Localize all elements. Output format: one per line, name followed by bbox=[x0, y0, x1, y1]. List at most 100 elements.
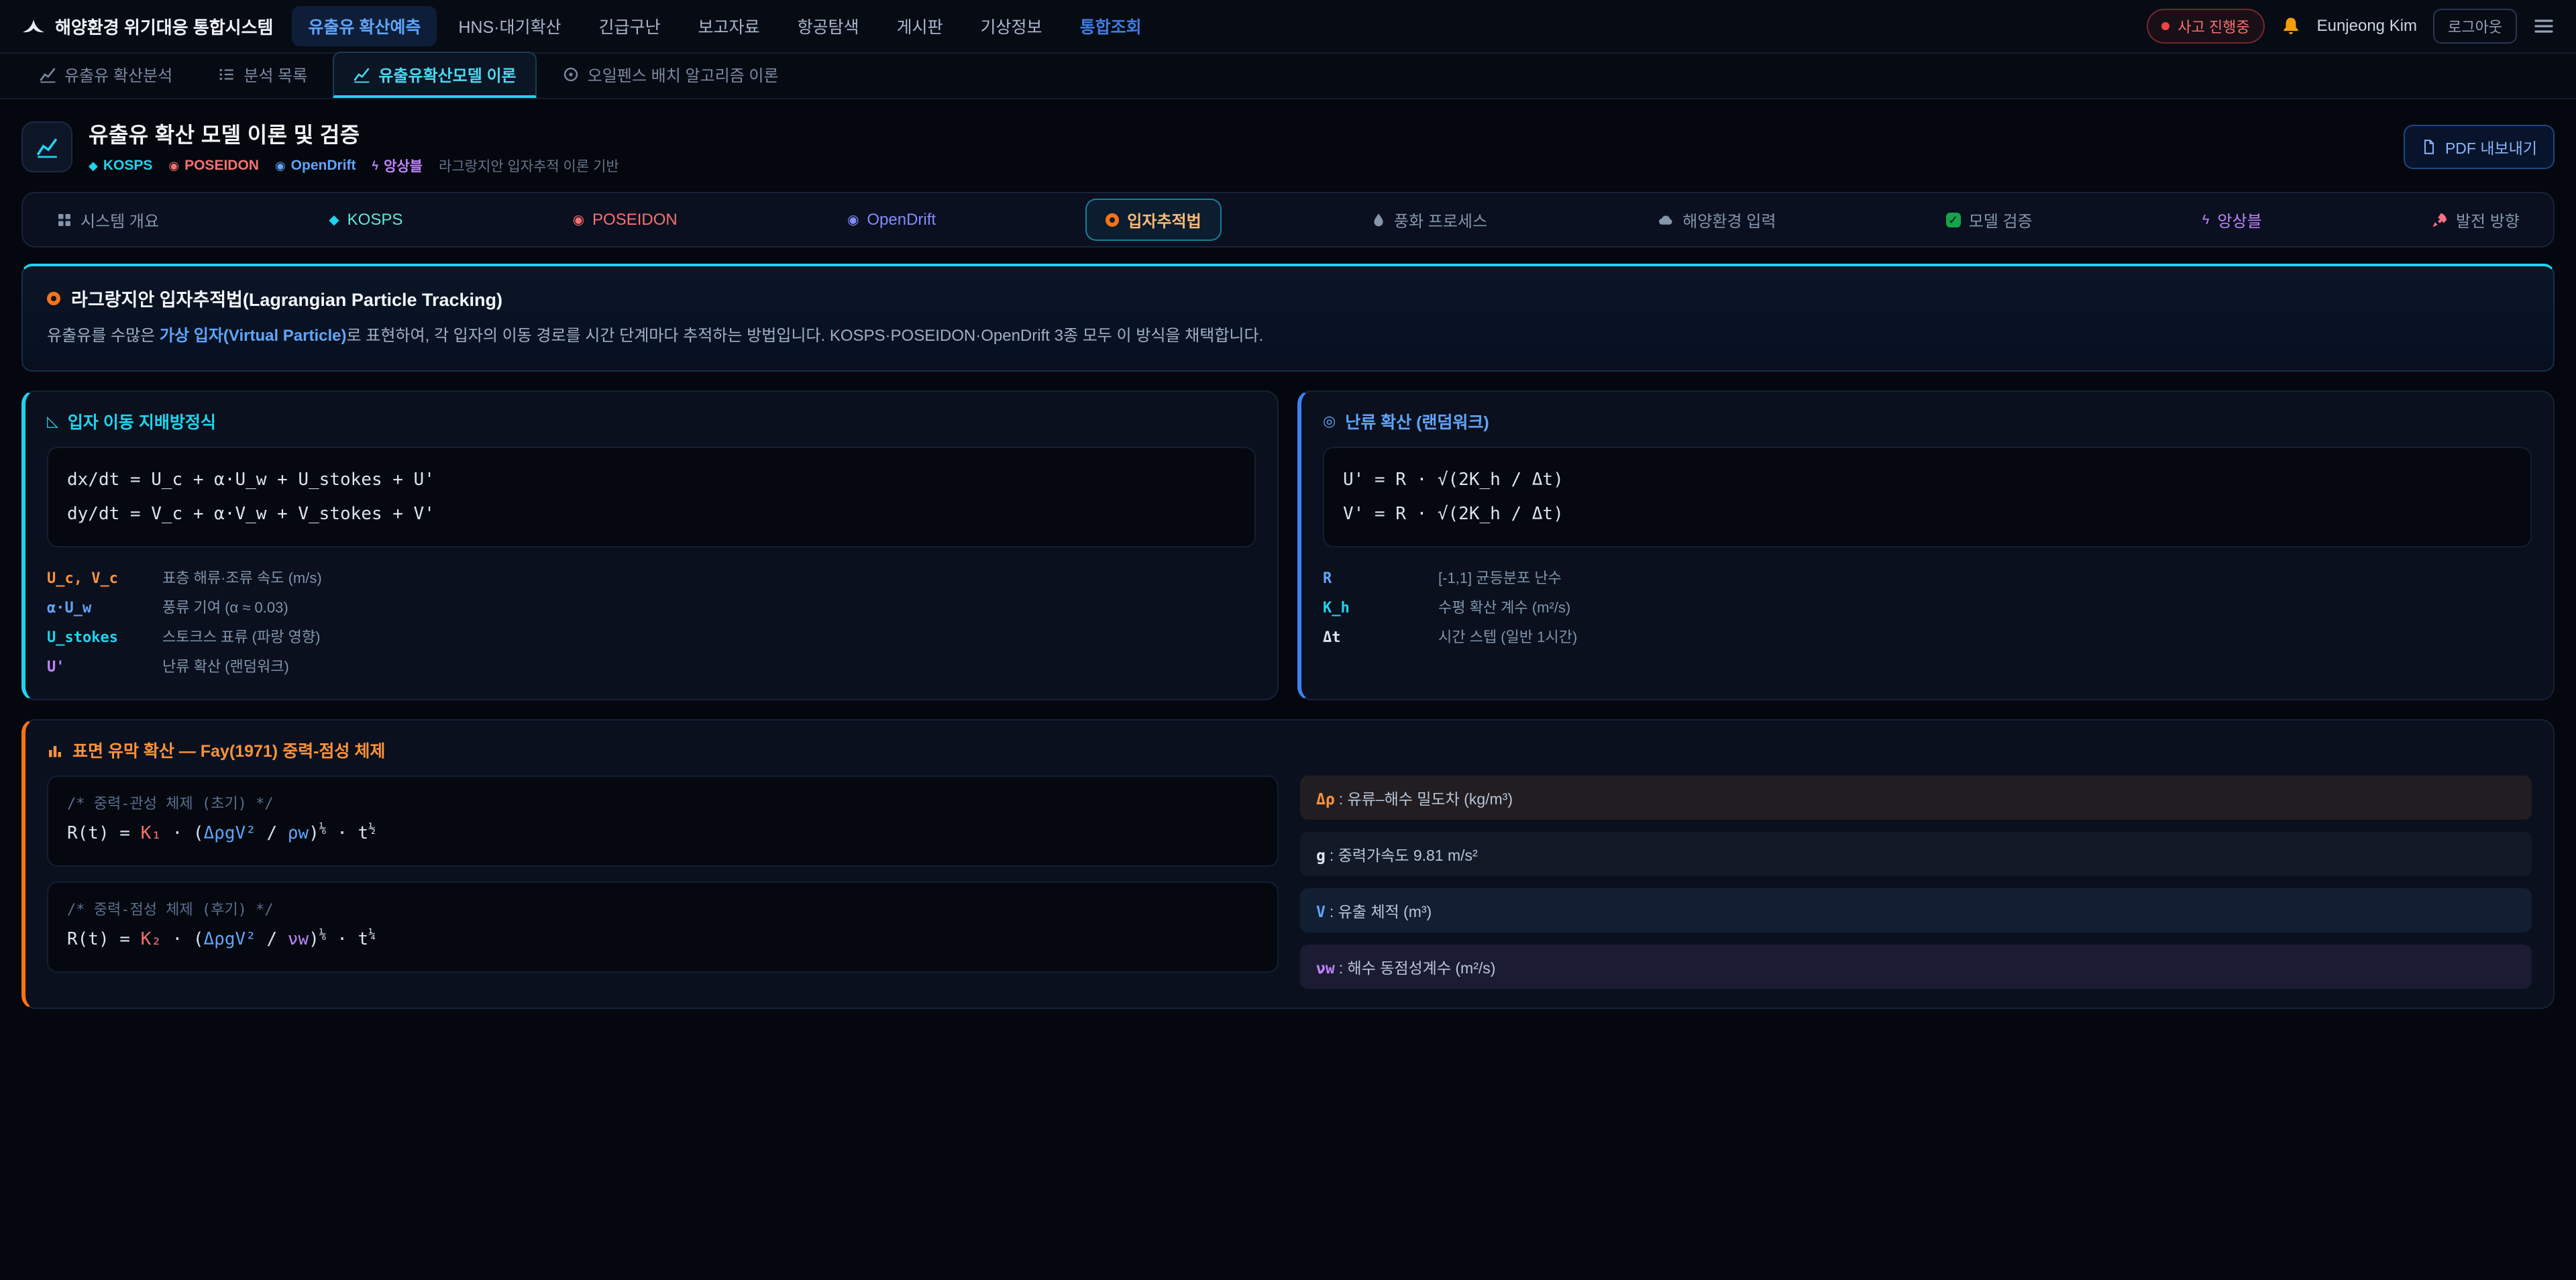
page-icon-tile bbox=[21, 121, 72, 172]
formula-token: · t bbox=[327, 823, 369, 843]
param-term: Δρ bbox=[1316, 791, 1335, 808]
opendrift-dot-icon: ◉ bbox=[275, 159, 286, 173]
legend-desc: 난류 확산 (랜덤워크) bbox=[162, 655, 1256, 676]
legend-term: U_stokes bbox=[47, 629, 162, 646]
badge-label: POSEIDON bbox=[184, 158, 259, 174]
intro-text-highlight: 가상 입자(Virtual Particle) bbox=[160, 327, 347, 345]
app-logo-text: 해양환경 위기대응 통합시스템 bbox=[55, 14, 273, 39]
app-logo: 해양환경 위기대응 통합시스템 bbox=[21, 14, 273, 39]
list-icon bbox=[218, 66, 235, 83]
pdf-export-button[interactable]: PDF 내보내기 bbox=[2404, 125, 2555, 169]
intro-text-pre: 유출유를 수많은 bbox=[47, 327, 160, 345]
swirl-icon: ◎ bbox=[1323, 413, 1336, 430]
param-row-gravity: g: 중력가속도 9.81 m/s² bbox=[1300, 832, 2532, 876]
kosps-diamond-icon: ◆ bbox=[89, 159, 98, 173]
cloud-icon bbox=[1657, 212, 1674, 228]
param-row-kinematic-viscosity: νw: 해수 동점성계수 (m²/s) bbox=[1300, 945, 2532, 989]
formula-token: ) bbox=[309, 929, 319, 949]
formula-token-numerator: ΔρgV² bbox=[204, 929, 256, 949]
logout-button[interactable]: 로그아웃 bbox=[2433, 9, 2517, 44]
equation-cards-row: ◺ 입자 이동 지배방정식 dx/dt = U_c + α·U_w + U_st… bbox=[21, 390, 2555, 700]
hamburger-icon bbox=[2533, 15, 2555, 37]
badge-opendrift: ◉ OpenDrift bbox=[275, 158, 356, 174]
pdf-export-label: PDF 내보내기 bbox=[2445, 136, 2537, 158]
formula-token: / bbox=[256, 823, 288, 843]
nav-item-integrated-search[interactable]: 통합조회 bbox=[1064, 6, 1158, 46]
section-tab-bar: 시스템 개요 ◆ KOSPS ◉ POSEIDON ◉ OpenDrift 입자… bbox=[21, 192, 2555, 248]
tab-poseidon[interactable]: ◉ POSEIDON bbox=[553, 201, 698, 239]
tab-roadmap[interactable]: 발전 방향 bbox=[2412, 199, 2540, 241]
badge-label: 앙상블 bbox=[384, 156, 423, 176]
tab-opendrift[interactable]: ◉ OpenDrift bbox=[827, 201, 956, 239]
subtab-diffusion-model-theory[interactable]: 유출유확산모델 이론 bbox=[333, 52, 536, 98]
legend-desc: 풍류 기여 (α ≈ 0.03) bbox=[162, 596, 1256, 617]
formula-token: · t bbox=[327, 929, 369, 949]
code-comment: /* 중력-관성 체제 (초기) */ bbox=[67, 792, 1258, 816]
formula-exponent: ¼ bbox=[368, 928, 376, 942]
page-subtitle: 라그랑지안 입자추적 이론 기반 bbox=[439, 156, 619, 176]
grid-icon bbox=[56, 212, 72, 228]
legend-row: R [-1,1] 균등분포 난수 bbox=[1323, 562, 2532, 592]
formula-exponent: ⅙ bbox=[319, 928, 327, 942]
page-title-block: 유출유 확산 모델 이론 및 검증 ◆ KOSPS ◉ POSEIDON ◉ O… bbox=[89, 118, 619, 176]
formula-token: R(t) = bbox=[67, 929, 141, 949]
tab-system-overview[interactable]: 시스템 개요 bbox=[36, 199, 179, 241]
param-desc: : 해수 동점성계수 (m²/s) bbox=[1339, 959, 1496, 977]
tab-label: 모델 검증 bbox=[1969, 208, 2033, 231]
hamburger-menu-button[interactable] bbox=[2533, 15, 2555, 37]
tab-particle-tracking[interactable]: 입자추적법 bbox=[1085, 199, 1221, 241]
nav-item-emergency-rescue[interactable]: 긴급구난 bbox=[582, 6, 676, 46]
tab-label: OpenDrift bbox=[867, 211, 936, 229]
legend-row: U_stokes 스토크스 표류 (파랑 영향) bbox=[47, 621, 1256, 651]
nav-item-oil-spill-prediction[interactable]: 유출유 확산예측 bbox=[292, 6, 437, 46]
fay-gravity-inertia-block: /* 중력-관성 체제 (초기) */ R(t) = K₁ · (ΔρgV² /… bbox=[47, 776, 1279, 867]
page-title: 유출유 확산 모델 이론 및 검증 bbox=[89, 118, 619, 149]
nav-item-hns-atmospheric[interactable]: HNS·대기확산 bbox=[442, 6, 577, 46]
badge-label: KOSPS bbox=[103, 158, 153, 174]
poseidon-dot-icon: ◉ bbox=[168, 159, 179, 173]
particle-ring-icon bbox=[47, 292, 60, 305]
code-comment: /* 중력-점성 체제 (후기) */ bbox=[67, 898, 1258, 922]
nav-item-reports[interactable]: 보고자료 bbox=[682, 6, 776, 46]
red-dot-icon: ◉ bbox=[573, 213, 584, 227]
bell-icon bbox=[2281, 16, 2301, 36]
legend-term: α·U_w bbox=[47, 600, 162, 617]
nav-item-aerial-search[interactable]: 항공탐색 bbox=[782, 6, 875, 46]
lightning-icon: ϟ bbox=[2202, 213, 2210, 227]
tab-model-validation[interactable]: ✓ 모델 검증 bbox=[1926, 199, 2053, 241]
legend-desc: [-1,1] 균등분포 난수 bbox=[1438, 566, 2532, 588]
subtab-boom-algorithm-theory[interactable]: 오일펜스 배치 알고리즘 이론 bbox=[542, 52, 799, 98]
governing-equation-card: ◺ 입자 이동 지배방정식 dx/dt = U_c + α·U_w + U_st… bbox=[21, 390, 1279, 700]
rocket-icon bbox=[2432, 212, 2448, 228]
wing-logo-icon bbox=[21, 17, 46, 35]
notification-bell-button[interactable] bbox=[2281, 16, 2301, 36]
subtab-spill-analysis[interactable]: 유출유 확산분석 bbox=[19, 52, 193, 98]
formula-token: R(t) = bbox=[67, 823, 141, 843]
incident-status-badge[interactable]: 사고 진행중 bbox=[2147, 9, 2264, 44]
triangle-ruler-icon: ◺ bbox=[47, 413, 58, 430]
chart-line-icon bbox=[36, 136, 58, 158]
badge-poseidon: ◉ POSEIDON bbox=[168, 158, 259, 174]
fay-formula-column: /* 중력-관성 체제 (초기) */ R(t) = K₁ · (ΔρgV² /… bbox=[47, 776, 1279, 973]
tab-ensemble[interactable]: ϟ 앙상블 bbox=[2182, 199, 2282, 241]
fay-spreading-card: 표면 유막 확산 — Fay(1971) 중력-점성 체제 /* 중력-관성 체… bbox=[21, 719, 2555, 1009]
model-badge-row: ◆ KOSPS ◉ POSEIDON ◉ OpenDrift ϟ 앙상블 라그랑… bbox=[89, 156, 619, 176]
subtab-analysis-list[interactable]: 분석 목록 bbox=[198, 52, 327, 98]
formula-token-numerator: ΔρgV² bbox=[204, 823, 256, 843]
turbulence-card-title-row: ◎ 난류 확산 (랜덤워크) bbox=[1323, 409, 2532, 433]
legend-term: U' bbox=[47, 659, 162, 676]
tab-weathering-process[interactable]: 풍화 프로세스 bbox=[1351, 199, 1507, 241]
tab-label: POSEIDON bbox=[592, 211, 678, 229]
param-term: V bbox=[1316, 904, 1326, 921]
tab-ocean-environment-input[interactable]: 해양환경 입력 bbox=[1637, 199, 1796, 241]
fay-gravity-viscous-block: /* 중력-점성 체제 (후기) */ R(t) = K₂ · (ΔρgV² /… bbox=[47, 882, 1279, 973]
fay-parameter-column: Δρ: 유류–해수 밀도차 (kg/m³) g: 중력가속도 9.81 m/s²… bbox=[1300, 776, 2532, 989]
formula-token: / bbox=[256, 929, 288, 949]
nav-item-weather-info[interactable]: 기상정보 bbox=[965, 6, 1059, 46]
nav-item-board[interactable]: 게시판 bbox=[881, 6, 959, 46]
tab-kosps[interactable]: ◆ KOSPS bbox=[309, 201, 423, 239]
legend-row: K_h 수평 확산 계수 (m²/s) bbox=[1323, 592, 2532, 621]
formula-exponent: ⅙ bbox=[319, 822, 327, 836]
param-row-density-difference: Δρ: 유류–해수 밀도차 (kg/m³) bbox=[1300, 776, 2532, 820]
formula-token: · ( bbox=[162, 823, 204, 843]
